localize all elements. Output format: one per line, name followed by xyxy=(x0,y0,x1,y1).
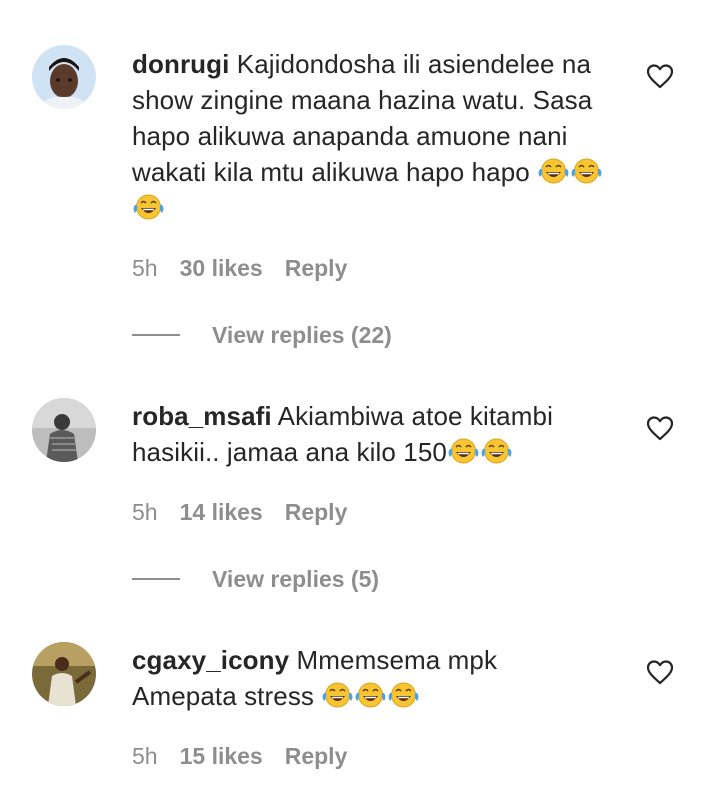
comment-body: roba_msafi Akiambiwa atoe kitambi hasiki… xyxy=(132,398,622,470)
divider xyxy=(132,334,180,336)
emoji-row xyxy=(321,681,420,711)
comment-meta: 5h 30 likes Reply xyxy=(132,254,347,282)
reply-button[interactable]: Reply xyxy=(285,499,348,525)
comment-username[interactable]: cgaxy_icony xyxy=(132,645,289,675)
view-replies-label: View replies (22) xyxy=(212,321,392,348)
divider xyxy=(132,578,180,580)
face-with-tears-of-joy-icon xyxy=(570,156,603,186)
avatar[interactable] xyxy=(32,642,96,706)
comment-username[interactable]: donrugi xyxy=(132,49,229,79)
face-with-tears-of-joy-icon xyxy=(447,436,480,466)
heart-outline-icon[interactable] xyxy=(646,63,674,89)
avatar[interactable] xyxy=(32,398,96,462)
reply-button[interactable]: Reply xyxy=(285,743,348,769)
face-with-tears-of-joy-icon xyxy=(480,436,513,466)
face-with-tears-of-joy-icon xyxy=(132,192,165,222)
face-with-tears-of-joy-icon xyxy=(387,680,420,710)
comment-time: 5h xyxy=(132,499,158,525)
emoji-row xyxy=(447,437,513,467)
comment-body: donrugi Kajidondosha ili asiendelee na s… xyxy=(132,46,622,226)
comment-likes[interactable]: 15 likes xyxy=(180,743,263,769)
comment-time: 5h xyxy=(132,743,158,769)
heart-outline-icon[interactable] xyxy=(646,415,674,441)
heart-outline-icon[interactable] xyxy=(646,659,674,685)
face-with-tears-of-joy-icon xyxy=(321,680,354,710)
face-with-tears-of-joy-icon xyxy=(354,680,387,710)
reply-button[interactable]: Reply xyxy=(285,255,348,281)
avatar[interactable] xyxy=(32,45,96,109)
comment-username[interactable]: roba_msafi xyxy=(132,401,272,431)
comment-time: 5h xyxy=(132,255,158,281)
comment-likes[interactable]: 14 likes xyxy=(180,499,263,525)
comment-likes[interactable]: 30 likes xyxy=(180,255,263,281)
view-replies-button[interactable]: View replies (5) xyxy=(132,564,379,594)
view-replies-label: View replies (5) xyxy=(212,565,380,592)
view-replies-button[interactable]: View replies (22) xyxy=(132,320,392,350)
comment-meta: 5h 15 likes Reply xyxy=(132,742,347,770)
face-with-tears-of-joy-icon xyxy=(537,156,570,186)
comment-meta: 5h 14 likes Reply xyxy=(132,498,347,526)
comment-body: cgaxy_icony Mmemsema mpk Amepata stress xyxy=(132,642,512,714)
